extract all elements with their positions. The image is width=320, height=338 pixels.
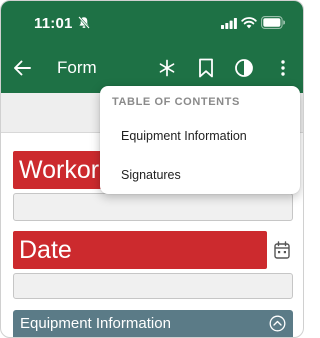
- section-title: Equipment Information: [20, 315, 171, 332]
- toc-header: TABLE OF CONTENTS: [112, 96, 240, 108]
- more-options-button[interactable]: [273, 56, 293, 80]
- app-frame: 11:01 Form Workord Date Equipment Inform…: [0, 0, 304, 338]
- back-arrow-icon: [14, 60, 31, 76]
- equipment-section-header[interactable]: Equipment Information: [13, 310, 293, 337]
- signal-icon: [221, 18, 237, 29]
- calendar-icon: [274, 241, 290, 259]
- workorder-input[interactable]: [13, 193, 293, 221]
- bell-slash-icon: [78, 16, 90, 29]
- contrast-icon: [235, 59, 253, 77]
- required-fields-button[interactable]: [155, 56, 179, 80]
- toc-item-signatures[interactable]: Signatures: [100, 157, 300, 193]
- toc-menu-caret: [199, 86, 213, 93]
- status-time: 11:01: [34, 15, 73, 32]
- theme-toggle-button[interactable]: [232, 56, 256, 80]
- more-vertical-icon: [281, 60, 285, 76]
- battery-icon: [261, 16, 285, 29]
- status-bar: 11:01: [1, 1, 303, 43]
- wifi-icon: [241, 17, 257, 29]
- app-title: Form: [57, 58, 97, 77]
- back-button[interactable]: [9, 56, 35, 80]
- date-picker-button[interactable]: [272, 239, 292, 261]
- date-input[interactable]: [13, 273, 293, 299]
- table-of-contents-menu: TABLE OF CONTENTS Equipment Information …: [100, 86, 300, 194]
- asterisk-icon: [159, 59, 175, 77]
- table-of-contents-button[interactable]: [194, 56, 218, 80]
- bookmark-icon: [199, 58, 213, 78]
- chevron-up-circle-icon[interactable]: [269, 315, 286, 332]
- date-field-label: Date: [13, 231, 267, 269]
- toc-item-equipment-information[interactable]: Equipment Information: [100, 118, 300, 154]
